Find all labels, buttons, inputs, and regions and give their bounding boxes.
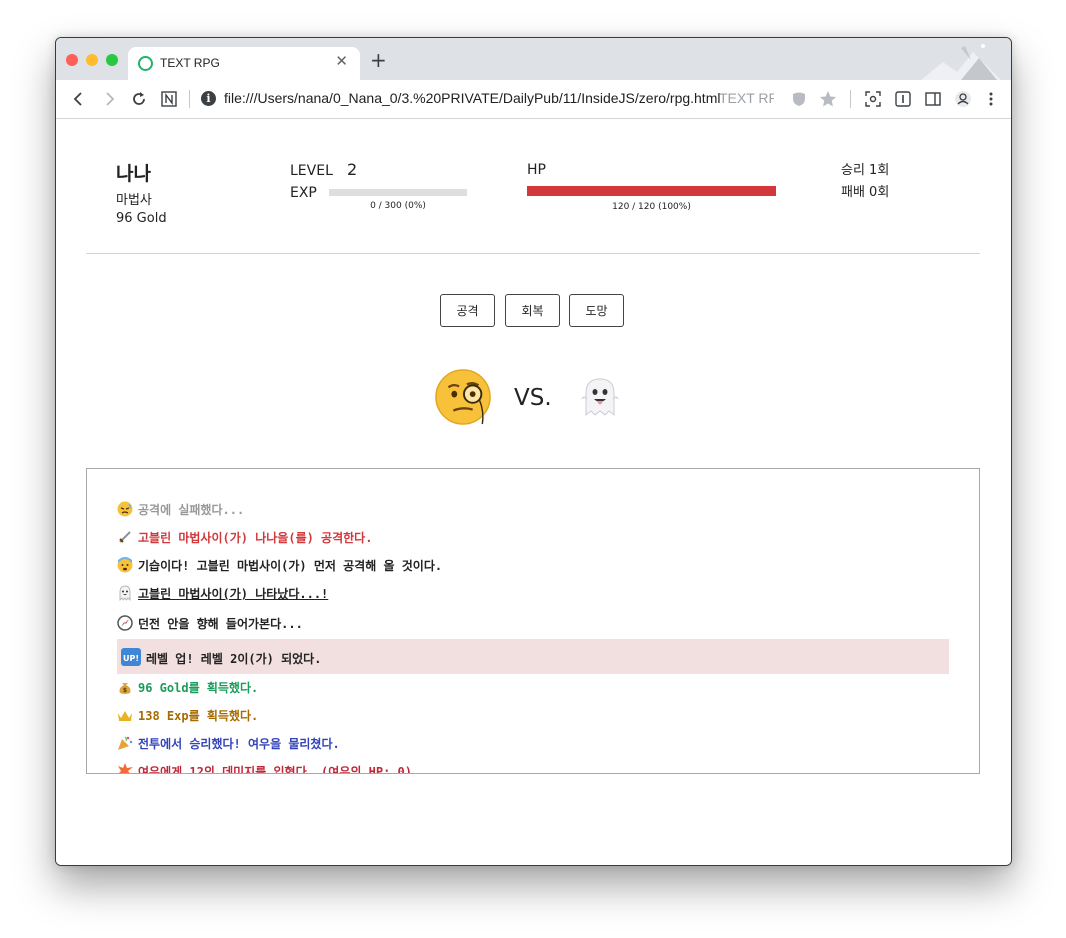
battle-log[interactable]: 공격에 실패했다... 고블린 마법사이(가) 나나을(를) 공격한다. 기습이…: [86, 468, 980, 774]
n-box-icon: [161, 91, 177, 107]
log-item: 138 Exp를 획득했다.: [117, 707, 258, 724]
monocle-face-icon: [435, 369, 491, 425]
exp-text: 0 / 300 (0%): [370, 201, 426, 211]
level-label: LEVEL: [290, 163, 333, 179]
menu-button[interactable]: [980, 88, 1002, 110]
log-text: 기습이다! 고블린 마법사이(가) 먼저 공격해 올 것이다.: [138, 559, 443, 573]
sword-icon: [119, 531, 131, 543]
toolbar-separator: [850, 90, 851, 108]
log-item: 여우에게 12의 데미지를 입혔다. (여우의 HP: 0): [117, 763, 412, 774]
log-text: 전투에서 승리했다! 여우을 물리쳤다.: [138, 737, 340, 751]
ghost-icon: [119, 585, 131, 601]
log-text: 여우에게 12의 데미지를 입혔다. (여우의 HP: 0): [138, 765, 412, 774]
avatar-icon: [955, 91, 971, 107]
maximize-window-button[interactable]: [106, 54, 118, 66]
screenshot-button[interactable]: [862, 88, 884, 110]
info-icon[interactable]: i: [201, 91, 216, 106]
globe-icon: [138, 56, 153, 71]
forward-arrow-icon: [106, 92, 115, 106]
hero-gold: 96 Gold: [116, 211, 167, 226]
log-item: 전투에서 승리했다! 여우을 물리쳤다.: [117, 735, 340, 752]
divider: [86, 253, 980, 254]
new-tab-button[interactable]: +: [370, 50, 387, 70]
battle-display: VS.: [434, 365, 634, 429]
log-item: 던전 안을 향해 들어가본다...: [117, 615, 303, 632]
downcast-face-icon: [117, 501, 133, 517]
reload-icon: [133, 92, 145, 105]
attack-button[interactable]: 공격: [440, 294, 495, 327]
shield-button[interactable]: [788, 88, 810, 110]
lose-count: 패배 0회: [841, 185, 890, 200]
tab-text-rpg[interactable]: TEXT RPG ✕: [128, 47, 360, 80]
back-arrow-icon: [73, 92, 82, 106]
hp-bar-fill: [527, 186, 776, 196]
page-content: 나나 마법사 96 Gold LEVEL 2 EXP 0 / 300 (0%) …: [56, 119, 1011, 865]
log-item: UP! 레벨 업! 레벨 2이(가) 되었다.: [121, 648, 321, 667]
collision-icon: [118, 763, 133, 773]
forward-button[interactable]: [98, 88, 120, 110]
log-text: 96 Gold를 획득했다.: [138, 681, 259, 695]
money-bag-icon: $: [119, 683, 131, 694]
profile-button[interactable]: [952, 88, 974, 110]
ghost-icon: [581, 378, 619, 417]
log-text: 레벨 업! 레벨 2이(가) 되었다.: [146, 652, 322, 666]
hero-job: 마법사: [116, 193, 152, 208]
reading-mode-button[interactable]: [892, 88, 914, 110]
log-text: 138 Exp를 획득했다.: [138, 709, 259, 723]
log-item: 공격에 실패했다...: [117, 501, 244, 518]
anxious-face-icon: [117, 557, 133, 573]
level-value: 2: [347, 160, 358, 179]
mountain-icon: [921, 44, 1001, 80]
log-text: 던전 안을 향해 들어가본다...: [138, 617, 303, 631]
browser-window: TEXT RPG ✕ + i file:///Users/nana/0_Nana…: [55, 37, 1012, 866]
tab-bar: TEXT RPG ✕ +: [56, 38, 1011, 80]
sidebar-icon: [925, 92, 941, 106]
log-item: 고블린 마법사이(가) 나나을(를) 공격한다.: [117, 529, 372, 546]
log-item: 고블린 마법사이(가) 나타났다...!: [117, 585, 328, 602]
address-bar-title: TEXT RPG: [719, 90, 774, 106]
exp-label: EXP: [290, 185, 317, 201]
svg-text:UP!: UP!: [123, 654, 139, 663]
address-bar[interactable]: file:///Users/nana/0_Nana_0/3.%20PRIVATE…: [224, 90, 720, 106]
sidebar-button[interactable]: [922, 88, 944, 110]
reading-icon: [895, 91, 911, 107]
close-tab-icon[interactable]: ✕: [335, 52, 348, 70]
screenshot-icon: [865, 91, 881, 107]
hero-name: 나나: [116, 163, 151, 185]
flee-button[interactable]: 도망: [569, 294, 624, 327]
reader-button[interactable]: [158, 88, 180, 110]
svg-text:$: $: [123, 687, 127, 694]
close-window-button[interactable]: [66, 54, 78, 66]
up-icon: UP!: [121, 648, 141, 666]
log-item: 기습이다! 고블린 마법사이(가) 먼저 공격해 올 것이다.: [117, 557, 442, 574]
browser-toolbar: i file:///Users/nana/0_Nana_0/3.%20PRIVA…: [56, 80, 1011, 119]
shield-icon: [793, 92, 805, 106]
tab-title: TEXT RPG: [160, 56, 220, 70]
hero-stats: 나나 마법사 96 Gold LEVEL 2 EXP 0 / 300 (0%) …: [56, 119, 1011, 253]
bookmark-button[interactable]: [817, 88, 839, 110]
win-count: 승리 1회: [841, 163, 890, 178]
hp-label: HP: [527, 162, 546, 178]
log-text: 공격에 실패했다...: [138, 503, 245, 517]
more-vertical-icon: [989, 92, 993, 106]
heal-button[interactable]: 회복: [505, 294, 560, 327]
minimize-window-button[interactable]: [86, 54, 98, 66]
hp-bar: [527, 186, 776, 196]
reload-button[interactable]: [128, 88, 150, 110]
hp-text: 120 / 120 (100%): [612, 202, 691, 212]
exp-bar: [329, 189, 467, 196]
compass-icon: [117, 615, 133, 631]
log-text: 고블린 마법사이(가) 나나을(를) 공격한다.: [138, 531, 373, 545]
star-icon: [820, 91, 836, 107]
log-item: $96 Gold를 획득했다.: [117, 679, 258, 696]
back-button[interactable]: [68, 88, 90, 110]
party-popper-icon: [118, 736, 133, 750]
toolbar-separator: [189, 90, 190, 108]
crown-icon: [118, 711, 132, 721]
log-text: 고블린 마법사이(가) 나타났다...!: [138, 587, 329, 601]
vs-label: VS.: [514, 385, 552, 411]
